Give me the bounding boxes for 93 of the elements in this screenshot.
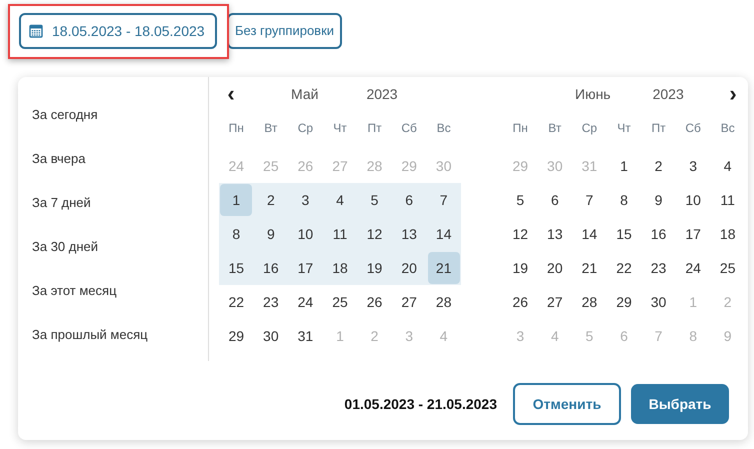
weekday-label: Ср (298, 120, 314, 137)
calendar-day[interactable]: 25 (712, 252, 744, 284)
weekday-label: Чт (333, 120, 347, 137)
calendar-day[interactable]: 8 (220, 218, 252, 250)
apply-button[interactable]: Выбрать (631, 384, 729, 424)
calendar-day[interactable]: 28 (573, 286, 606, 318)
calendar-day[interactable]: 23 (254, 286, 287, 318)
weekday-label: Пн (228, 120, 244, 137)
calendar-day[interactable]: 10 (677, 184, 710, 216)
calendar-day[interactable]: 18 (324, 252, 356, 284)
weekday-label: Вт (264, 120, 278, 137)
calendar-day[interactable]: 12 (358, 218, 391, 250)
calendar-day[interactable]: 24 (677, 252, 710, 284)
calendar-day[interactable]: 13 (393, 218, 426, 250)
calendar-icon (29, 24, 43, 38)
preset-option[interactable]: За этот месяц (32, 269, 117, 313)
calendar-day[interactable]: 6 (393, 184, 426, 216)
year-label: 2023 (652, 84, 684, 104)
calendar-day[interactable]: 14 (573, 218, 606, 250)
calendar-day[interactable]: 11 (324, 218, 356, 250)
calendar-day[interactable]: 16 (254, 252, 287, 284)
calendar-day[interactable]: 21 (428, 252, 460, 284)
calendar-day[interactable]: 4 (712, 150, 744, 182)
calendar-day[interactable]: 2 (642, 150, 675, 182)
selected-range-text: 01.05.2023 - 21.05.2023 (344, 394, 497, 414)
calendar-day[interactable]: 5 (504, 184, 536, 216)
calendar-day[interactable]: 25 (324, 286, 356, 318)
weekday-label: Вс (436, 120, 451, 137)
calendar-day[interactable]: 5 (358, 184, 391, 216)
weekday-label: Пт (652, 120, 666, 137)
calendar-day[interactable]: 19 (358, 252, 391, 284)
calendar-day[interactable]: 19 (504, 252, 536, 284)
date-range-button[interactable]: 18.05.2023 - 18.05.2023 (19, 13, 217, 49)
calendar-day[interactable]: 15 (608, 218, 640, 250)
calendar-day[interactable]: 13 (538, 218, 571, 250)
calendar-day[interactable]: 29 (608, 286, 640, 318)
preset-option[interactable]: За вчера (32, 137, 86, 181)
preset-option[interactable]: За 7 дней (32, 181, 91, 225)
calendar-day[interactable]: 22 (608, 252, 640, 284)
calendar-day[interactable]: 7 (428, 184, 460, 216)
calendar-day[interactable]: 22 (220, 286, 252, 318)
calendar-day[interactable]: 14 (428, 218, 460, 250)
calendar-day[interactable]: 1 (608, 150, 640, 182)
calendar-day[interactable]: 20 (538, 252, 571, 284)
weekday-label: Сб (401, 120, 417, 137)
calendar-day[interactable]: 15 (220, 252, 252, 284)
year-label: 2023 (366, 84, 398, 104)
calendar-day[interactable]: 24 (289, 286, 322, 318)
next-month-button[interactable]: › (721, 83, 745, 105)
calendar-day[interactable]: 4 (324, 184, 356, 216)
calendar-day[interactable]: 27 (538, 286, 571, 318)
weekday-label: Ср (582, 120, 598, 137)
calendar-day[interactable]: 3 (289, 184, 322, 216)
calendar-day[interactable]: 9 (254, 218, 287, 250)
calendar-day[interactable]: 30 (642, 286, 675, 318)
calendar-day[interactable]: 9 (642, 184, 675, 216)
calendar-day[interactable]: 20 (393, 252, 426, 284)
calendar-day[interactable]: 10 (289, 218, 322, 250)
weekday-label: Сб (685, 120, 701, 137)
calendar-day[interactable]: 18 (712, 218, 744, 250)
calendar-day[interactable]: 17 (289, 252, 322, 284)
calendar-day[interactable]: 30 (254, 320, 287, 352)
calendar-day[interactable]: 7 (573, 184, 606, 216)
calendar-day[interactable]: 2 (254, 184, 287, 216)
weekday-label: Пт (368, 120, 382, 137)
weekday-label: Чт (617, 120, 631, 137)
calendar-day[interactable]: 28 (428, 286, 460, 318)
calendar-day[interactable]: 23 (642, 252, 675, 284)
month-label: Июнь (575, 84, 611, 104)
calendar-day[interactable]: 21 (573, 252, 606, 284)
calendar-day[interactable]: 8 (608, 184, 640, 216)
preset-option[interactable]: За сегодня (32, 93, 98, 137)
calendar-day[interactable]: 3 (677, 150, 710, 182)
grouping-button[interactable]: Без группировки (227, 13, 342, 49)
calendar-day[interactable]: 6 (538, 184, 571, 216)
calendar-day[interactable]: 31 (289, 320, 322, 352)
weekday-label: Пн (512, 120, 528, 137)
weekday-label: Вт (548, 120, 562, 137)
preset-option[interactable]: За 30 дней (32, 225, 98, 269)
calendar-day[interactable]: 26 (358, 286, 391, 318)
weekday-label: Вс (720, 120, 735, 137)
calendar-day[interactable]: 26 (504, 286, 536, 318)
prev-month-button[interactable]: ‹ (219, 83, 243, 105)
calendar-day[interactable]: 11 (712, 184, 744, 216)
calendar-day[interactable]: 1 (220, 184, 252, 216)
preset-option[interactable]: За прошлый месяц (32, 313, 148, 357)
month-label: Май (291, 84, 318, 104)
calendar-day[interactable]: 29 (220, 320, 252, 352)
cancel-button[interactable]: Отменить (513, 383, 621, 425)
calendar-day[interactable]: 17 (677, 218, 710, 250)
calendar-day[interactable]: 27 (393, 286, 426, 318)
calendar-day[interactable]: 16 (642, 218, 675, 250)
calendar-day[interactable]: 12 (504, 218, 536, 250)
